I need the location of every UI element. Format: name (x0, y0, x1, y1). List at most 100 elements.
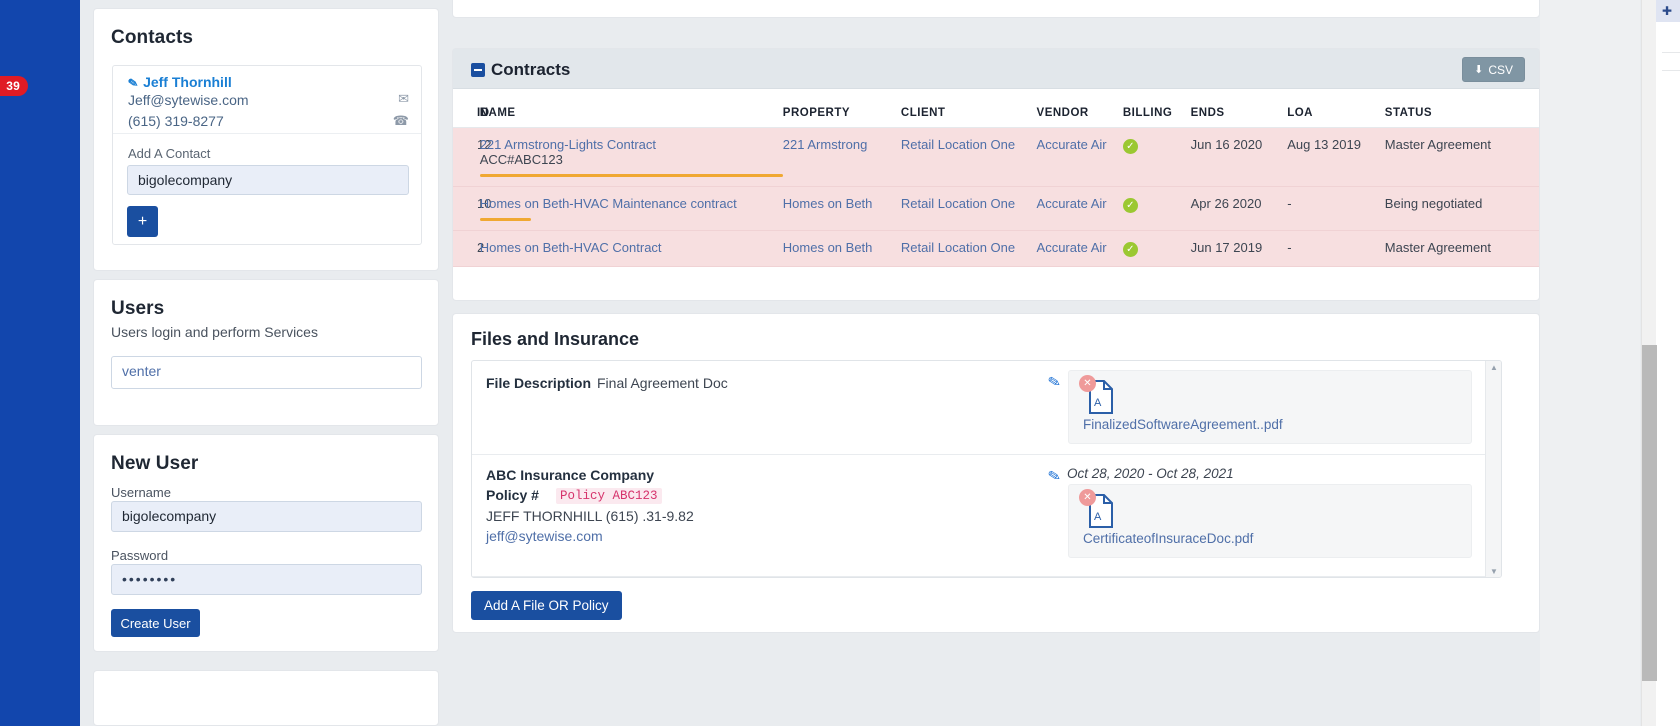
files-and-insurance-card: Files and Insurance File Description Fin… (452, 313, 1540, 633)
create-user-button[interactable]: Create User (111, 609, 200, 637)
page-scrollbar[interactable] (1641, 0, 1657, 726)
col-header-ends[interactable]: ENDS (1190, 89, 1288, 128)
check-circle-icon: ✓ (1122, 139, 1138, 154)
contact-email[interactable]: Jeff@sytewise.com (128, 92, 249, 108)
insurance-contact: JEFF THORNHILL (615) .31-9.82 (486, 508, 694, 524)
users-card: Users Users login and perform Services v… (93, 279, 439, 426)
contact-action-icons: ✉ ☎ (393, 88, 409, 132)
export-csv-button[interactable]: ⬇ CSV (1462, 57, 1525, 82)
col-header-id[interactable]: ID (453, 89, 489, 128)
cell-loa: - (1287, 230, 1385, 267)
cell-client[interactable]: Retail Location One (900, 186, 1037, 231)
username-input[interactable]: bigolecompany (111, 501, 422, 532)
users-select[interactable]: venter (111, 356, 422, 389)
new-user-card: New User Username bigolecompany Password… (93, 434, 439, 652)
col-header-property[interactable]: PROPERTY (782, 89, 901, 128)
insurance-company-name: ABC Insurance Company (486, 467, 655, 483)
contacts-card: Contacts ✎ Jeff Thornhill Jeff@sytewise.c… (93, 8, 439, 271)
cell-name[interactable]: Homes on Beth-HVAC Maintenance contract (479, 186, 783, 231)
attachment-filename[interactable]: FinalizedSoftwareAgreement..pdf (1083, 417, 1283, 432)
policy-number-value: Policy ABC123 (556, 488, 662, 504)
add-contact-button[interactable]: + (127, 206, 158, 237)
csv-button-label: CSV (1488, 62, 1513, 77)
pencil-icon[interactable]: ✎ (1047, 372, 1063, 392)
cell-vendor[interactable]: Accurate Air (1036, 186, 1123, 231)
contract-account: ACC#ABC123 (479, 152, 563, 167)
attachment-box: ✕ A CertificateofInsuraceDoc.pdf (1068, 484, 1472, 558)
insurance-email[interactable]: jeff@sytewise.com (486, 528, 603, 544)
password-input[interactable]: •••••••• (111, 564, 422, 595)
file-description-label: File Description (486, 375, 592, 391)
cell-vendor[interactable]: Accurate Air (1036, 230, 1123, 267)
contracts-table: ID NAME PROPERTY CLIENT VENDOR BILLING E… (453, 89, 1539, 267)
lower-card-stub (93, 670, 439, 726)
upper-card-stub (452, 0, 1540, 18)
pdf-file-icon[interactable]: ✕ A (1079, 489, 1119, 529)
contact-phone[interactable]: (615) 319-8277 (128, 113, 224, 129)
app-root: 39 Contacts ✎ Jeff Thornhill Jeff@sytewis… (0, 0, 1680, 726)
minus-box-icon[interactable] (471, 63, 485, 77)
add-file-or-policy-button[interactable]: Add A File OR Policy (471, 591, 622, 620)
username-label: Username (111, 485, 171, 500)
col-header-billing[interactable]: BILLING (1122, 89, 1191, 128)
cell-id: 12 (453, 127, 491, 187)
col-header-vendor[interactable]: VENDOR (1036, 89, 1123, 128)
files-list: File Description Final Agreement Doc ✎ ✕… (471, 360, 1502, 578)
cell-status: Being negotiated (1384, 186, 1539, 231)
col-header-status[interactable]: STATUS (1384, 89, 1539, 128)
check-circle-icon: ✓ (1122, 198, 1138, 213)
svg-text:A: A (1094, 511, 1102, 523)
remove-circle-icon[interactable]: ✕ (1079, 375, 1096, 392)
cell-ends: Jun 17 2019 (1190, 230, 1288, 267)
plus-icon[interactable]: ✚ (1662, 4, 1672, 18)
contract-name-link[interactable]: Homes on Beth-HVAC Maintenance contract (480, 196, 737, 211)
table-row[interactable]: 10 Homes on Beth-HVAC Maintenance contra… (453, 186, 1539, 231)
col-header-client[interactable]: CLIENT (900, 89, 1037, 128)
contracts-panel-title: Contracts (491, 60, 571, 79)
add-contact-label: Add A Contact (128, 146, 211, 161)
cell-id: 2 (453, 230, 484, 267)
contracts-card: Contracts ⬇ CSV ID NAME PROPERTY CLIENT … (452, 48, 1540, 301)
notification-badge[interactable]: 39 (0, 76, 28, 96)
cell-billing: ✓ (1122, 230, 1191, 267)
contact-name-link[interactable]: ✎ Jeff Thornhill (127, 74, 232, 91)
envelope-icon[interactable]: ✉ (393, 88, 409, 110)
add-contact-input[interactable]: bigolecompany (127, 165, 409, 195)
cell-property[interactable]: Homes on Beth (782, 186, 901, 231)
cell-ends: Jun 16 2020 (1190, 127, 1288, 187)
scroll-up-icon[interactable]: ▲ (1486, 361, 1501, 375)
scroll-down-icon[interactable]: ▼ (1486, 565, 1501, 577)
cell-property[interactable]: 221 Armstrong (782, 127, 901, 187)
pencil-icon[interactable]: ✎ (127, 75, 139, 91)
contract-name-link[interactable]: Homes on Beth-HVAC Contract (480, 240, 662, 255)
table-row[interactable]: 2 Homes on Beth-HVAC Contract Homes on B… (453, 230, 1539, 267)
cell-id: 10 (453, 186, 491, 231)
password-label: Password (111, 548, 169, 563)
col-header-name[interactable]: NAME (479, 89, 783, 128)
pencil-icon[interactable]: ✎ (1047, 466, 1063, 486)
contact-entry: ✎ Jeff Thornhill Jeff@sytewise.com (615) … (112, 65, 422, 245)
contract-progress-bar (479, 218, 532, 221)
table-row[interactable]: 12 221 Armstrong-Lights Contract ACC#ABC… (453, 127, 1539, 187)
pdf-file-icon[interactable]: ✕ A (1079, 375, 1119, 415)
cell-name[interactable]: Homes on Beth-HVAC Contract (479, 230, 783, 267)
users-subtitle: Users login and perform Services (111, 324, 318, 340)
cell-billing: ✓ (1122, 186, 1191, 231)
attachment-filename[interactable]: CertificateofInsuraceDoc.pdf (1083, 531, 1253, 546)
remove-circle-icon[interactable]: ✕ (1079, 489, 1096, 506)
files-scrollbar[interactable]: ▲ ▼ (1485, 361, 1501, 577)
cell-ends: Apr 26 2020 (1190, 186, 1288, 231)
cell-client[interactable]: Retail Location One (900, 230, 1037, 267)
check-circle-icon: ✓ (1122, 242, 1138, 257)
contract-name-link[interactable]: 221 Armstrong-Lights Contract (480, 137, 656, 152)
cell-client[interactable]: Retail Location One (900, 127, 1037, 187)
cell-property[interactable]: Homes on Beth (782, 230, 901, 267)
cell-vendor[interactable]: Accurate Air (1036, 127, 1123, 187)
page-scrollbar-thumb[interactable] (1642, 345, 1657, 681)
cell-name[interactable]: 221 Armstrong-Lights Contract ACC#ABC123 (479, 127, 783, 187)
col-header-loa[interactable]: LOA (1287, 89, 1385, 128)
cell-loa: Aug 13 2019 (1287, 127, 1385, 187)
files-title: Files and Insurance (471, 329, 640, 349)
cell-billing: ✓ (1122, 127, 1191, 187)
phone-icon[interactable]: ☎ (393, 110, 409, 132)
